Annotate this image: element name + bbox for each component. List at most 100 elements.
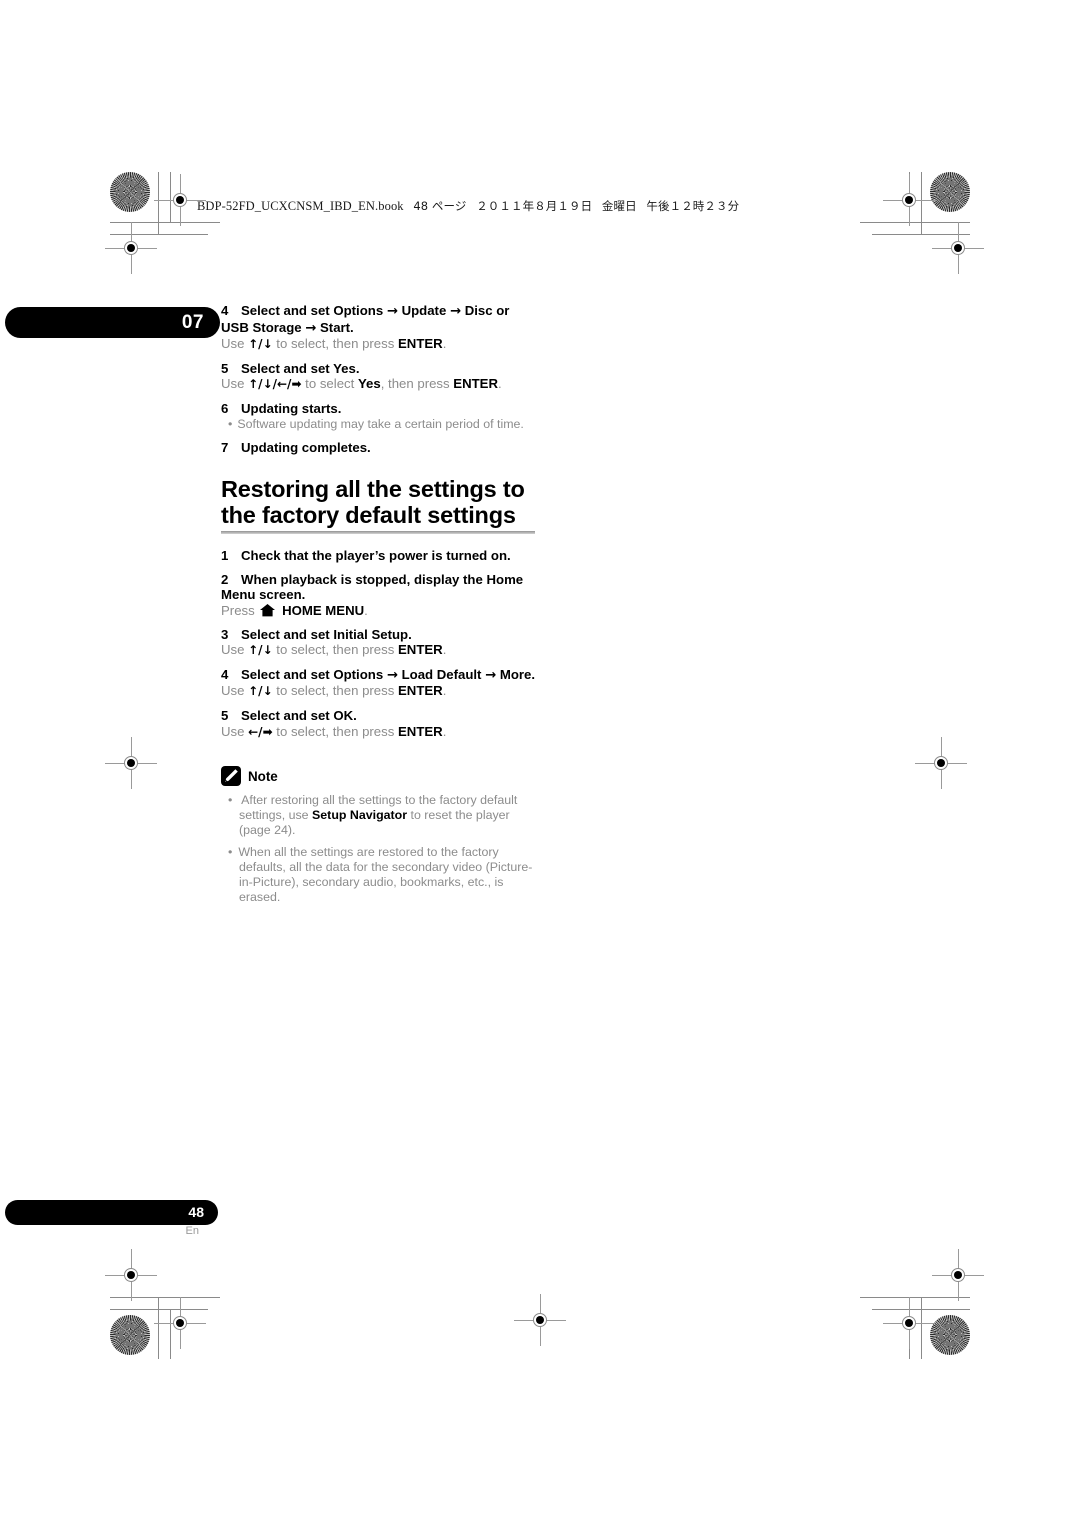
step-title-text: Select and set Options (241, 666, 384, 682)
restore-step-2: 2 When playback is stopped, display the H… (221, 572, 539, 619)
cursor-keys-icon: ↑/↓ (248, 337, 273, 352)
step-title-text: Check that the player’s power is turned … (241, 548, 511, 564)
step-title-text: Select and set OK. (241, 707, 357, 723)
step-body: Use ↑/↓ to select, then press ENTER. (221, 336, 539, 353)
step-title-text: Select and set Yes. (241, 360, 360, 376)
restore-step-4: 4 Select and set Options → Load Default →… (221, 667, 539, 700)
use-label: Use (221, 683, 245, 699)
step-title: 4 Select and set Options → Load Default →… (221, 667, 539, 684)
step-body-text: , then press (380, 376, 450, 392)
step-number: 1 (221, 548, 229, 564)
book-weekday: 金曜日 (601, 199, 637, 213)
step-title-text: Update (401, 303, 447, 318)
step-title: 1 Check that the player’s power is turned… (221, 548, 539, 564)
note-item: After restoring all the settings to the … (221, 793, 539, 837)
step-bullet: Software updating may take a certain per… (221, 417, 539, 432)
step-body-text: to select, then press (276, 336, 395, 352)
step-number: 6 (221, 400, 229, 416)
crop-line (158, 172, 159, 234)
period: . (442, 642, 447, 658)
cursor-keys-icon: ←/➡ (248, 724, 273, 739)
step-body: Use ↑/↓ to select, then press ENTER. (221, 683, 539, 700)
crop-line (860, 222, 970, 223)
step-body: Press HOME MENU. (221, 603, 539, 619)
home-icon (260, 603, 276, 617)
step-title: 7 Updating completes. (221, 440, 539, 456)
update-step-7: 7 Updating completes. (221, 440, 539, 456)
step-number: 3 (221, 626, 229, 642)
book-filename: BDP-52FD_UCXCNSM_IBD_EN.book (197, 199, 404, 213)
registration-mark (915, 737, 967, 789)
cursor-keys-icon: ↑/↓ (248, 684, 273, 699)
chapter-number: 07 (181, 312, 204, 333)
footer-page-bar: 48 (5, 1200, 218, 1225)
enter-key-label: ENTER (398, 336, 443, 352)
halftone-circle-top-left (110, 172, 150, 212)
cursor-keys-icon: ↑/↓ (248, 643, 273, 658)
section-heading-line2: the factory default settings (221, 501, 516, 528)
step-body-text: to select, then press (276, 723, 395, 739)
note-block: Note After restoring all the settings to… (221, 766, 539, 905)
step-number: 7 (221, 439, 229, 455)
press-label: Press (221, 602, 255, 618)
note-header: Note (221, 766, 539, 787)
section-heading-line1: Restoring all the settings to (221, 476, 525, 503)
use-label: Use (221, 723, 245, 739)
step-title-text: When playback is stopped, display the Ho… (221, 571, 524, 603)
registration-mark (883, 1297, 935, 1349)
enter-key-label: ENTER (453, 376, 498, 392)
step-title-text: Start. (320, 319, 354, 335)
page-number: 48 (188, 1204, 204, 1220)
arrow-right-icon: → (305, 320, 317, 336)
registration-mark (154, 174, 206, 226)
page-content: 4 Select and set Options → Update → Disc … (221, 303, 539, 913)
step-title-text: Select and set Options (241, 303, 384, 318)
arrow-right-icon: → (386, 667, 398, 683)
step-title-text: Updating starts. (241, 400, 342, 416)
arrow-right-icon: → (449, 304, 462, 319)
step-body-text: to select, then press (276, 683, 395, 699)
home-menu-label: HOME MENU (282, 602, 365, 618)
pencil-icon (221, 766, 241, 787)
use-label: Use (221, 336, 245, 352)
step-title-text: Updating completes. (241, 439, 371, 455)
cursor-keys-icon: ↑/↓/←/➡ (248, 377, 302, 392)
arrow-right-icon: → (386, 304, 398, 319)
use-label: Use (221, 642, 245, 658)
step-title: 3 Select and set Initial Setup. (221, 627, 539, 643)
step-title: 2 When playback is stopped, display the H… (221, 572, 539, 603)
step-body-text: to select, then press (276, 642, 395, 658)
registration-mark (932, 1249, 984, 1301)
book-page-label: 48 ページ (413, 199, 467, 213)
registration-mark (514, 1294, 566, 1346)
restore-step-5: 5 Select and set OK. Use ←/➡ to select, t… (221, 708, 539, 740)
enter-key-label: ENTER (398, 683, 443, 699)
page-title: Restoring all the settings to the factor… (221, 476, 539, 528)
step-title-text: Load Default (401, 666, 482, 682)
period: . (498, 376, 502, 392)
restore-step-3: 3 Select and set Initial Setup. Use ↑/↓ t… (221, 627, 539, 659)
period: . (442, 336, 447, 352)
enter-key-label: ENTER (398, 642, 443, 658)
crop-line (110, 1297, 220, 1298)
step-number: 4 (221, 303, 229, 318)
crop-line (158, 1297, 159, 1359)
crop-line (110, 1309, 208, 1310)
note-label: Note (248, 768, 278, 784)
note-item: When all the settings are restored to th… (221, 845, 539, 904)
registration-mark (154, 1297, 206, 1349)
period: . (442, 683, 447, 699)
chapter-tab: 07 (5, 307, 220, 338)
registration-mark (883, 174, 935, 226)
step-number: 4 (221, 666, 229, 682)
use-label: Use (221, 376, 245, 392)
book-header-line: BDP-52FD_UCXCNSM_IBD_EN.book 48 ページ ２０１１… (197, 198, 739, 214)
step-title-text: Select and set Initial Setup. (241, 626, 412, 642)
crop-line (110, 222, 220, 223)
step-body-text: to select (305, 376, 355, 392)
step-title-text: More. (499, 666, 536, 682)
period: . (442, 723, 447, 739)
registration-mark (932, 222, 984, 274)
book-date: ２０１１年８月１９日 (476, 199, 593, 213)
halftone-circle-top-right (930, 172, 970, 212)
